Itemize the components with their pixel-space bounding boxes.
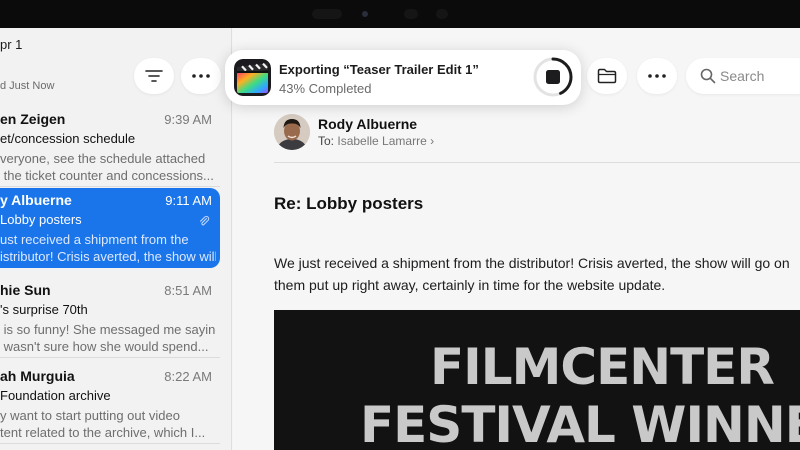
- ellipsis-icon: [648, 74, 666, 78]
- screen: pr 1 d Just Now en Zeigen 9:39 AM et/con…: [0, 28, 800, 450]
- filter-button[interactable]: [134, 58, 174, 94]
- list-divider: [0, 443, 220, 444]
- message-preview: ust received a shipment from the istribu…: [0, 232, 216, 264]
- move-to-folder-button[interactable]: [587, 58, 627, 94]
- more-actions-button[interactable]: [637, 58, 677, 94]
- message-sender: ah Murguia: [0, 368, 75, 384]
- message-subject: 's surprise 70th: [0, 302, 88, 317]
- message-time: 9:11 AM: [165, 193, 212, 208]
- avatar: [274, 114, 310, 150]
- sender-name: Rody Albuerne: [318, 116, 418, 132]
- export-progress-text: 43% Completed: [279, 81, 372, 96]
- bezel-sensor: [436, 9, 448, 19]
- more-button[interactable]: [181, 58, 221, 94]
- search-placeholder: Search: [720, 68, 765, 84]
- final-cut-pro-icon: [234, 59, 271, 96]
- message-subject: Lobby posters: [0, 212, 82, 227]
- message-body: We just received a shipment from the dis…: [274, 255, 790, 293]
- message-subject: Foundation archive: [0, 388, 111, 403]
- recipient-name: Isabelle Lamarre: [337, 134, 427, 148]
- poster-image: FILMCENTER FESTIVAL WINNERS: [274, 310, 800, 450]
- message-time: 8:51 AM: [164, 283, 212, 298]
- updated-status: d Just Now: [0, 80, 55, 92]
- mailbox-date-header: pr 1: [0, 37, 23, 52]
- message-subject-heading: Re: Lobby posters: [274, 194, 424, 213]
- stop-export-button[interactable]: [532, 56, 574, 98]
- message-sender: en Zeigen: [0, 111, 66, 127]
- list-divider: [0, 186, 220, 187]
- recipient-line[interactable]: To: Isabelle Lamarre ›: [318, 134, 434, 148]
- to-label: To:: [318, 134, 335, 148]
- bezel-sensor: [312, 9, 342, 19]
- chevron-right-icon: ›: [430, 134, 435, 148]
- header-divider: [274, 162, 800, 163]
- sender-photo: [274, 114, 310, 150]
- mail-list-item-selected[interactable]: y Albuerne 9:11 AM Lobby posters ust rec…: [0, 188, 220, 268]
- poster-subtitle: FESTIVAL WINNERS: [360, 396, 800, 450]
- stop-icon: [546, 70, 560, 84]
- device-bezel: [0, 0, 800, 28]
- message-preview: veryone, see the schedule attached the t…: [0, 151, 214, 183]
- message-sender: hie Sun: [0, 282, 51, 298]
- search-icon: [700, 68, 716, 84]
- bezel-sensor: [404, 9, 418, 19]
- message-preview: is so funny! She messaged me saying wasn…: [3, 322, 216, 354]
- mail-list-item[interactable]: ah Murguia 8:22 AM Foundation archive y …: [0, 364, 220, 444]
- folder-icon: [597, 68, 617, 84]
- export-title: Exporting “Teaser Trailer Edit 1”: [279, 62, 479, 77]
- camera-icon: [362, 11, 368, 17]
- paperclip-icon: [200, 215, 210, 226]
- message-sender: y Albuerne: [0, 192, 72, 208]
- mail-list-item[interactable]: en Zeigen 9:39 AM et/concession schedule…: [0, 107, 220, 187]
- message-preview: y want to start putting out video tent r…: [0, 408, 206, 440]
- message-subject: et/concession schedule: [0, 131, 136, 146]
- message-time: 8:22 AM: [164, 369, 212, 384]
- search-input[interactable]: Search: [686, 58, 800, 94]
- list-divider: [0, 357, 220, 358]
- poster-title: FILMCENTER: [430, 338, 775, 396]
- message-time: 9:39 AM: [164, 112, 212, 127]
- ellipsis-icon: [192, 74, 210, 78]
- filter-lines-icon: [145, 70, 163, 82]
- mail-list-item[interactable]: hie Sun 8:51 AM 's surprise 70th is so f…: [0, 278, 220, 358]
- export-notification[interactable]: Exporting “Teaser Trailer Edit 1” 43% Co…: [225, 50, 581, 105]
